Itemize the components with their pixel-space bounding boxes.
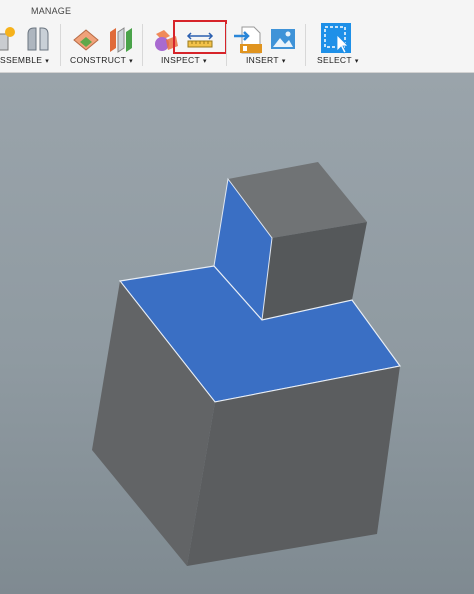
measure-highlight-box: [173, 20, 227, 54]
offset-plane-icon[interactable]: [70, 24, 102, 56]
canvas-viewport[interactable]: [0, 73, 474, 594]
divider: [60, 24, 61, 66]
select-group-label[interactable]: SELECT ▾: [317, 55, 359, 65]
toolbar: MANAGE SSEMBLE ▾ CONSTRUCT ▾ INSPECT ▾ INSE…: [0, 0, 474, 73]
insert-mesh-icon[interactable]: [232, 24, 264, 56]
construct-group-label[interactable]: CONSTRUCT ▾: [70, 55, 133, 65]
new-component-icon[interactable]: [0, 24, 20, 56]
insert-image-icon[interactable]: [267, 24, 299, 56]
select-icon[interactable]: [320, 22, 352, 54]
divider: [305, 24, 306, 66]
3d-model[interactable]: [0, 73, 474, 594]
inspect-group-label[interactable]: INSPECT ▾: [161, 55, 207, 65]
insert-group-label[interactable]: INSERT ▾: [246, 55, 286, 65]
joint-icon[interactable]: [22, 24, 54, 56]
divider: [226, 24, 227, 66]
divider: [142, 24, 143, 66]
tab-manage[interactable]: MANAGE: [28, 6, 74, 20]
assemble-group-label[interactable]: SSEMBLE ▾: [0, 55, 49, 65]
midplane-icon[interactable]: [104, 24, 136, 56]
